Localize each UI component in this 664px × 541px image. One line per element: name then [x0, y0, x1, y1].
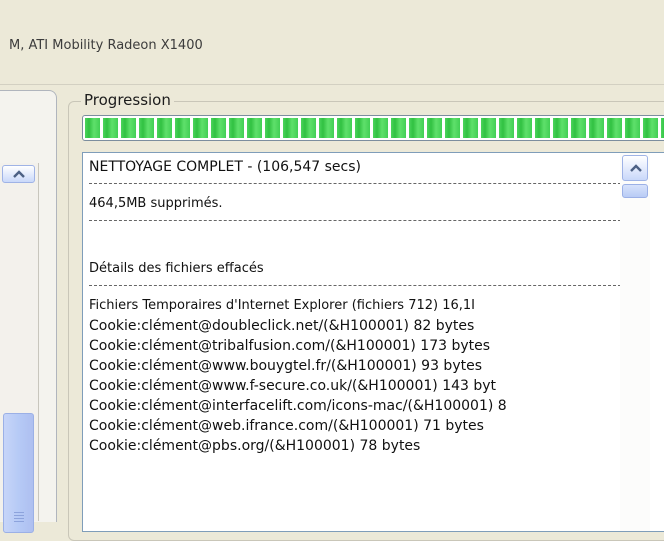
window-title: M, ATI Mobility Radeon X1400: [9, 38, 203, 53]
chevron-up-icon: [13, 170, 25, 178]
log-entry: Cookie:clément@www.bouygtel.fr/(&H100001…: [89, 358, 482, 374]
log-entry: Cookie:clément@www.f-secure.co.uk/(&H100…: [89, 378, 497, 394]
log-entry: Cookie:clément@doubleclick.net/(&H100001…: [89, 318, 475, 334]
log-lines: NETTOYAGE COMPLET - (106,547 secs) 464,5…: [89, 157, 621, 456]
chevron-up-icon: [630, 164, 642, 172]
log-scroll-thumb[interactable]: [622, 184, 648, 198]
log-details-heading: Détails des fichiers effacés: [89, 261, 264, 276]
log-summary: NETTOYAGE COMPLET - (106,547 secs): [89, 159, 362, 175]
left-scrollbar[interactable]: [0, 163, 39, 533]
header-divider: [0, 84, 664, 85]
log-entry: Cookie:clément@tribalfusion.com/(&H10000…: [89, 338, 491, 354]
log-scrollbar[interactable]: [620, 153, 650, 531]
log-entry: Cookie:clément@interfacelift.com/icons-m…: [89, 398, 507, 414]
window-header: M, ATI Mobility Radeon X1400: [0, 0, 664, 85]
divider: [89, 183, 621, 194]
progress-bar-fill: [85, 118, 664, 138]
divider: [89, 220, 621, 231]
grip-icon: [14, 512, 24, 524]
log-scroll-up-button[interactable]: [622, 155, 648, 181]
left-scroll-up-button[interactable]: [2, 165, 35, 183]
log-entry: Cookie:clément@web.ifrance.com/(&H100001…: [89, 418, 484, 434]
progress-group-label: Progression: [81, 91, 174, 109]
progress-bar: [82, 115, 664, 141]
log-removed: 464,5MB supprimés.: [89, 196, 223, 211]
left-scroll-thumb[interactable]: [3, 413, 34, 533]
log-entry: Cookie:clément@pbs.org/(&H100001) 78 byt…: [89, 438, 421, 454]
divider: [89, 285, 621, 296]
cleanup-log[interactable]: NETTOYAGE COMPLET - (106,547 secs) 464,5…: [82, 152, 664, 532]
log-entry: Fichiers Temporaires d'Internet Explorer…: [89, 298, 476, 313]
